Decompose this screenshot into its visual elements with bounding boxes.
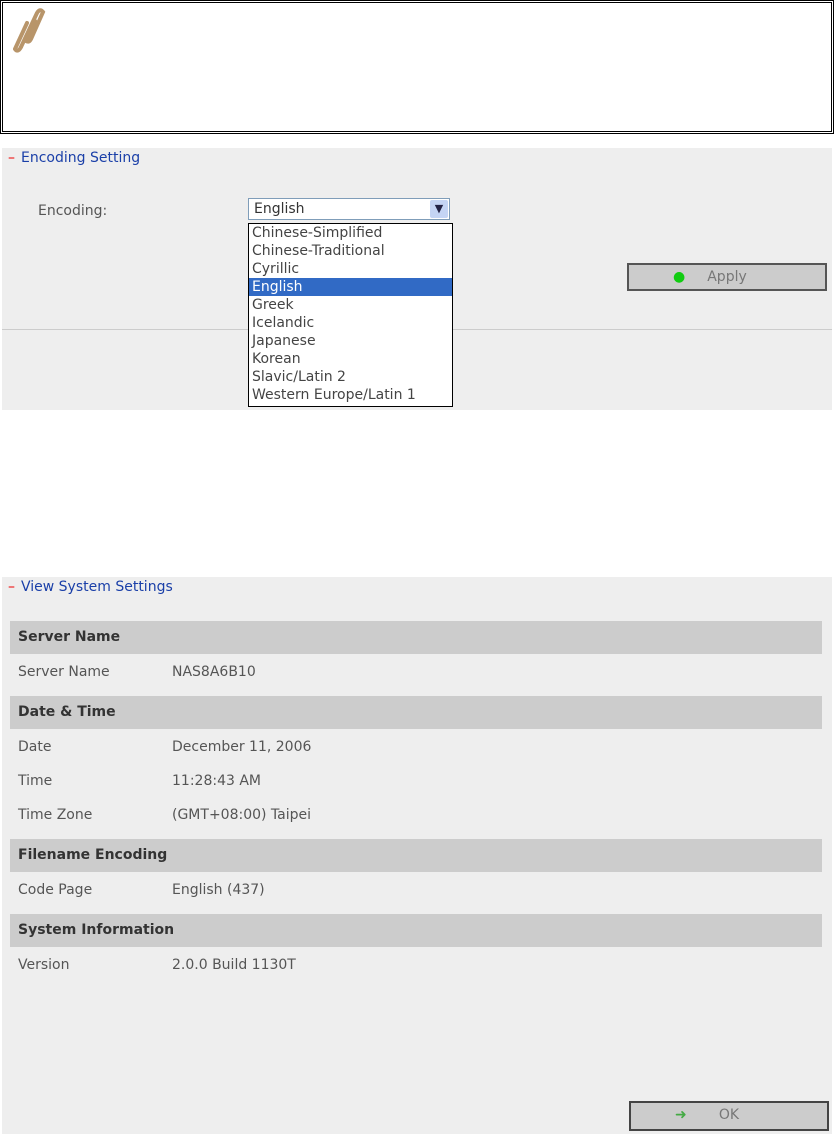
ok-label: OK (718, 1107, 740, 1123)
collapse-icon[interactable]: – (8, 579, 15, 595)
paperclip-icon (13, 8, 46, 53)
setting-key: Code Page (18, 882, 93, 898)
section-header: System Information (10, 914, 822, 947)
setting-row: Server Name NAS8A6B10 (18, 664, 256, 680)
setting-value: English (437) (172, 882, 265, 898)
encoding-title-text: Encoding Setting (21, 150, 141, 166)
encoding-selected-value: English (254, 201, 305, 217)
encoding-option[interactable]: English (249, 278, 452, 296)
section-header: Date & Time (10, 696, 822, 729)
setting-value: NAS8A6B10 (172, 664, 256, 680)
setting-value: 2.0.0 Build 1130T (172, 957, 296, 973)
encoding-option[interactable]: Japanese (249, 332, 452, 350)
note-box (0, 0, 834, 134)
setting-key: Server Name (18, 664, 110, 680)
encoding-label: Encoding: (38, 203, 108, 219)
setting-row: Code Page English (437) (18, 882, 265, 898)
ok-button[interactable]: ➜ OK (629, 1101, 829, 1131)
encoding-option[interactable]: Greek (249, 296, 452, 314)
chevron-down-icon[interactable]: ▼ (430, 200, 448, 218)
encoding-panel-title[interactable]: – Encoding Setting (8, 150, 140, 166)
encoding-option[interactable]: Chinese-Traditional (249, 242, 452, 260)
green-dot-icon: ● (673, 269, 686, 285)
apply-label: Apply (707, 269, 747, 285)
collapse-icon[interactable]: – (8, 150, 15, 166)
setting-key: Version (18, 957, 70, 973)
setting-row: Time 11:28:43 AM (18, 773, 261, 789)
setting-key: Time Zone (18, 807, 93, 823)
encoding-option[interactable]: Western Europe/Latin 1 (249, 386, 452, 404)
setting-value: (GMT+08:00) Taipei (172, 807, 312, 823)
section-header: Server Name (10, 621, 822, 654)
encoding-option[interactable]: Slavic/Latin 2 (249, 368, 452, 386)
encoding-select[interactable]: English ▼ (248, 198, 450, 220)
apply-button[interactable]: ● Apply (627, 263, 827, 291)
encoding-option[interactable]: Icelandic (249, 314, 452, 332)
encoding-option[interactable]: Chinese-Simplified (249, 224, 452, 242)
view-title-text: View System Settings (21, 579, 173, 595)
setting-key: Time (18, 773, 53, 789)
setting-row: Date December 11, 2006 (18, 739, 311, 755)
setting-key: Date (18, 739, 52, 755)
encoding-option[interactable]: Cyrillic (249, 260, 452, 278)
section-header: Filename Encoding (10, 839, 822, 872)
setting-value: 11:28:43 AM (172, 773, 261, 789)
setting-value: December 11, 2006 (172, 739, 312, 755)
arrow-right-icon: ➜ (675, 1107, 687, 1123)
setting-row: Version 2.0.0 Build 1130T (18, 957, 296, 973)
encoding-option[interactable]: Korean (249, 350, 452, 368)
encoding-dropdown-list[interactable]: Chinese-Simplified Chinese-Traditional Cyr… (248, 223, 453, 407)
encoding-setting-panel: – Encoding Setting Encoding: English ▼ Chi… (2, 148, 832, 410)
view-panel-title[interactable]: – View System Settings (8, 579, 173, 595)
setting-row: Time Zone (GMT+08:00) Taipei (18, 807, 311, 823)
view-system-settings-panel: – View System Settings ➜ OK Server Name Ser… (2, 577, 832, 1134)
